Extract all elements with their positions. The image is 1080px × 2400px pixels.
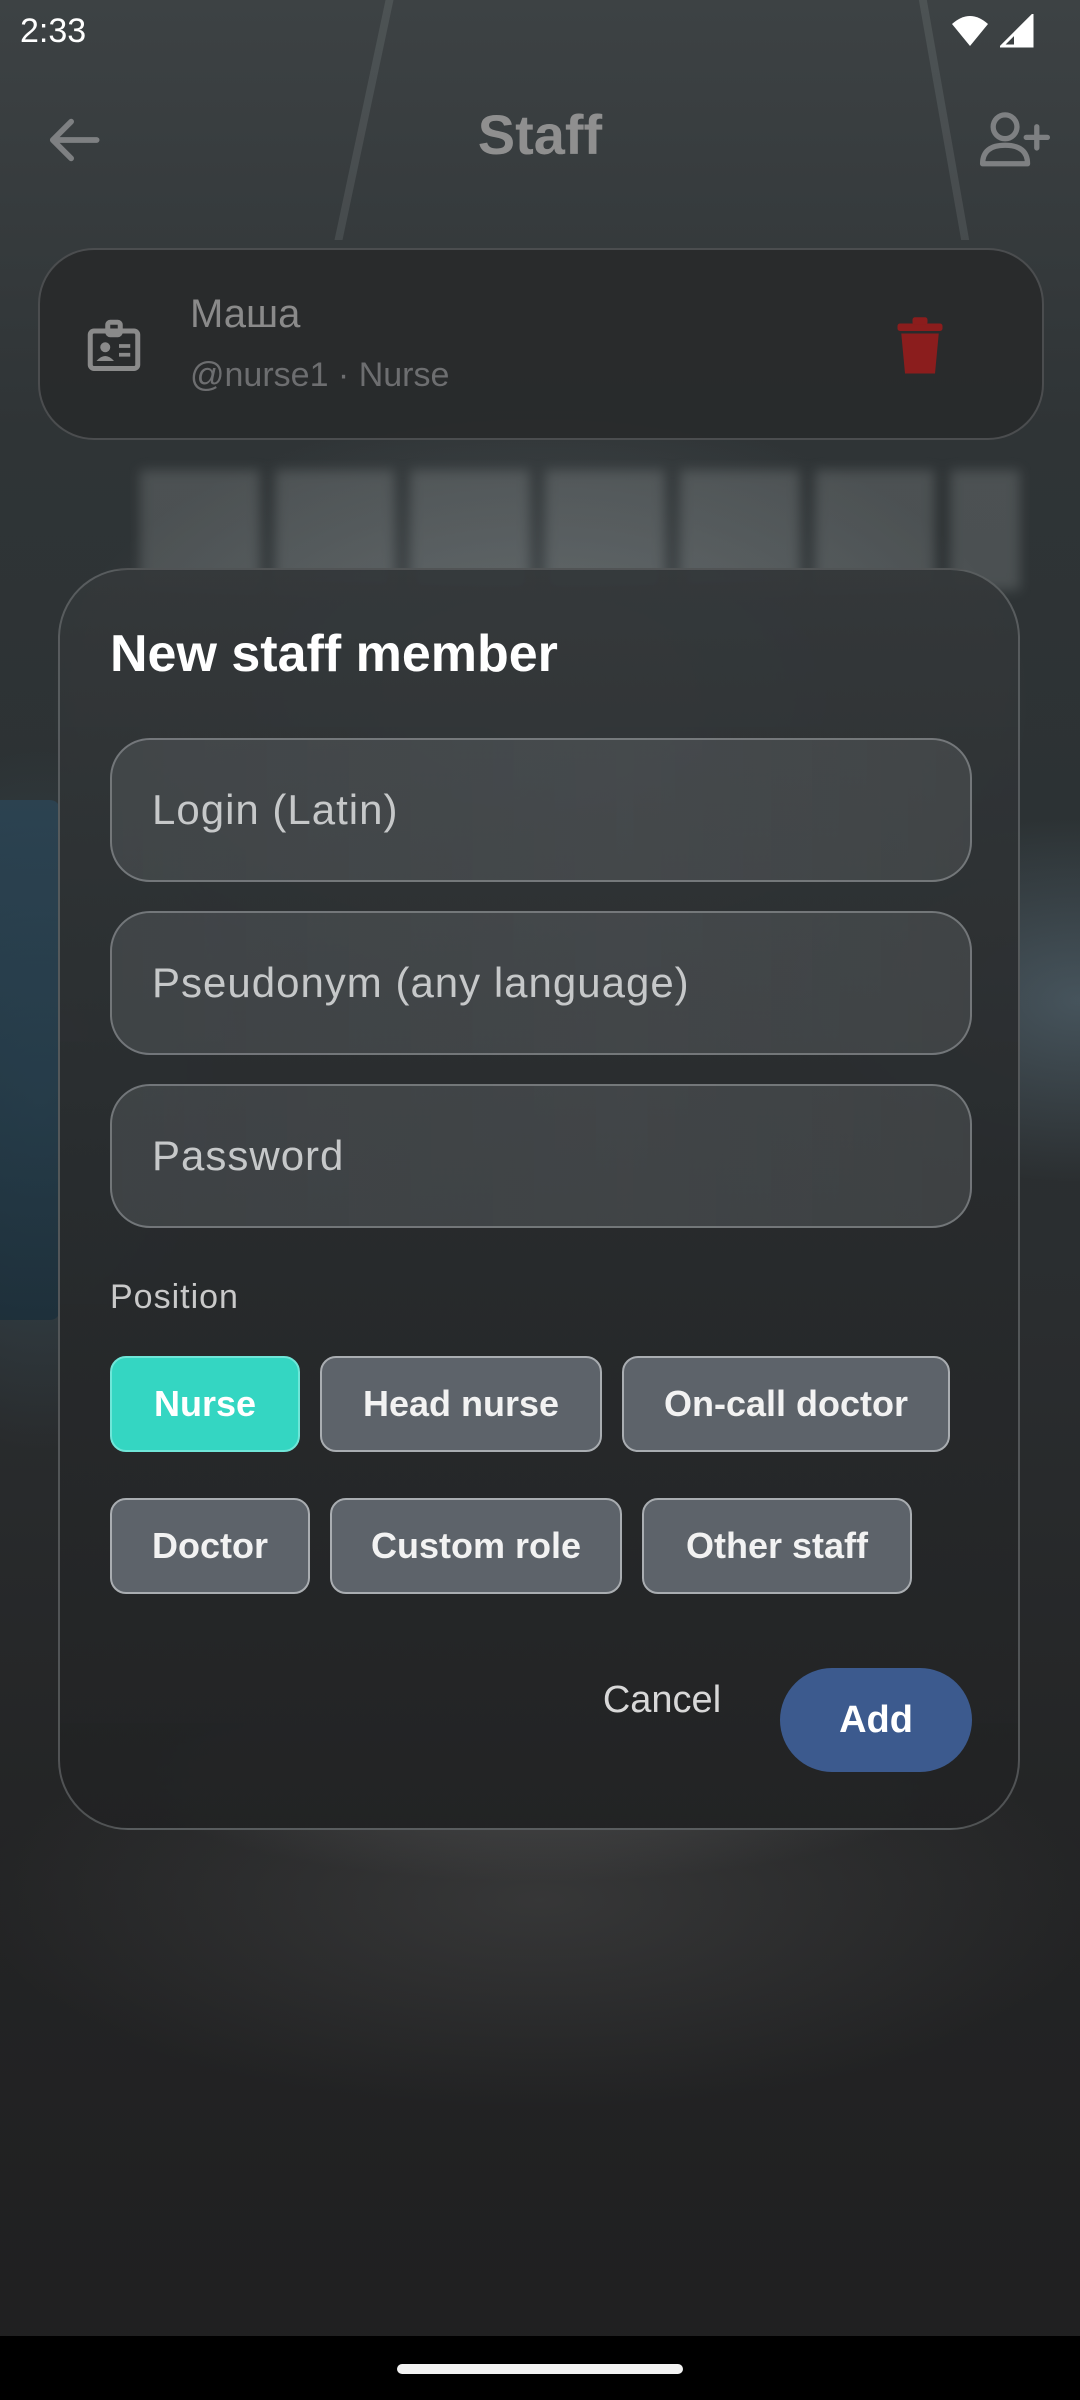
new-staff-dialog: New staff member Position Nurse Head nur… [58, 568, 1020, 1830]
add-staff-button[interactable] [976, 106, 1050, 174]
position-label: Position [110, 1278, 239, 1316]
home-indicator[interactable] [397, 2364, 683, 2374]
wifi-icon [952, 16, 988, 46]
dialog-title: New staff member [110, 625, 558, 683]
trash-icon[interactable] [894, 316, 946, 376]
add-button[interactable]: Add [780, 1668, 972, 1772]
status-time: 2:33 [20, 12, 87, 50]
staff-username-role: @nurse1 · Nurse [190, 356, 450, 394]
app-bar: Staff [0, 80, 1080, 190]
position-chip-custom-role[interactable]: Custom role [330, 1498, 622, 1594]
position-chip-on-call-doctor[interactable]: On-call doctor [622, 1356, 950, 1452]
status-bar: 2:33 [0, 0, 1080, 62]
position-chip-doctor[interactable]: Doctor [110, 1498, 310, 1594]
page-title: Staff [477, 103, 603, 166]
position-chip-nurse[interactable]: Nurse [110, 1356, 300, 1452]
pseudonym-field-container [110, 911, 972, 1055]
password-field-container [110, 1084, 972, 1228]
cancel-button[interactable]: Cancel [592, 1670, 732, 1730]
login-field-container [110, 738, 972, 882]
person-add-icon [979, 112, 1050, 167]
staff-name: Маша [190, 292, 301, 336]
pseudonym-input[interactable] [112, 913, 970, 1053]
cellular-signal-icon [1000, 14, 1034, 48]
id-badge-icon [87, 319, 141, 371]
login-input[interactable] [112, 740, 970, 880]
staff-list-item[interactable]: Маша @nurse1 · Nurse [38, 248, 1044, 440]
position-chip-head-nurse[interactable]: Head nurse [320, 1356, 602, 1452]
password-input[interactable] [112, 1086, 970, 1226]
position-chip-other-staff[interactable]: Other staff [642, 1498, 912, 1594]
